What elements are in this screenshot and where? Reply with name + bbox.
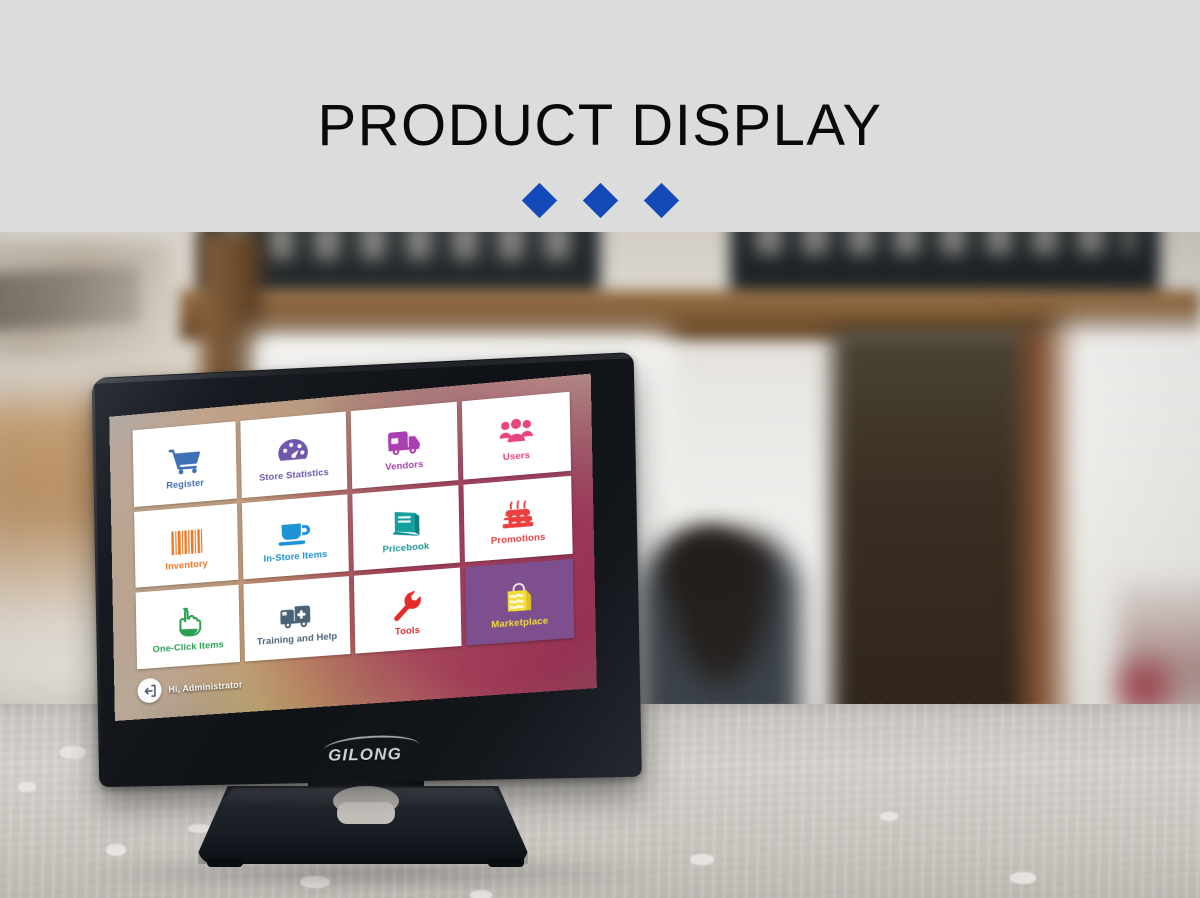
tile-label: Tools [394, 625, 421, 638]
diamond-icon [643, 182, 679, 219]
tile-in-store-items[interactable]: In-Store Items [242, 494, 349, 580]
status-greeting: Hi, Administrator [168, 679, 243, 695]
brand-logo: GILONG [323, 733, 420, 766]
pos-terminal: GILONG Register Store Statistics Vendors… [91, 352, 642, 790]
stand-cable-cover [337, 802, 395, 824]
brand-logo-bar: GILONG [98, 722, 642, 787]
tile-label: Users [502, 449, 531, 464]
header-band: PRODUCT DISPLAY [0, 0, 1200, 232]
book-icon [390, 503, 421, 539]
tile-marketplace[interactable]: Marketplace [464, 559, 575, 646]
tile-tools[interactable]: Tools [353, 567, 462, 654]
tile-label: One-Click Items [152, 639, 224, 656]
logo-swoosh-icon [323, 733, 420, 753]
tile-label: Register [166, 477, 205, 492]
counter-speck [470, 890, 492, 898]
stand-foot [207, 858, 243, 867]
diamond-divider [0, 182, 1200, 219]
tile-label: Pricebook [382, 541, 430, 556]
stand-foot [488, 858, 524, 867]
wrench-icon [392, 586, 423, 622]
tile-label: Training and Help [256, 631, 338, 648]
page-title: PRODUCT DISPLAY [317, 93, 883, 158]
tile-label: Promotions [490, 532, 546, 548]
delivery-truck-icon [387, 420, 422, 457]
bezel-edge-highlight [91, 385, 102, 748]
counter-speck [880, 812, 898, 821]
counter-speck [18, 782, 36, 792]
tile-label: Store Statistics [258, 466, 329, 484]
pos-screen[interactable]: Register Store Statistics Vendors Users … [109, 373, 597, 721]
tile-vendors[interactable]: Vendors [350, 401, 459, 489]
diamond-icon [582, 182, 618, 219]
tile-store-statistics[interactable]: Store Statistics [240, 411, 347, 498]
tile-pricebook[interactable]: Pricebook [351, 484, 460, 572]
shopping-cart-icon [168, 439, 202, 475]
tile-register[interactable]: Register [132, 421, 238, 507]
diamond-icon [521, 182, 557, 219]
tile-one-click-items[interactable]: One-Click Items [135, 584, 241, 670]
tile-label: Inventory [165, 558, 208, 574]
tile-label: Vendors [385, 458, 424, 473]
tile-inventory[interactable]: Inventory [134, 503, 239, 588]
tile-label: In-Store Items [263, 549, 328, 566]
tile-users[interactable]: Users [461, 391, 572, 480]
counter-speck [690, 854, 714, 865]
counter-speck [1010, 872, 1036, 884]
gauge-icon [277, 430, 309, 467]
barcode-icon [170, 521, 203, 557]
tile-promotions[interactable]: Promotions [463, 475, 573, 563]
users-group-icon [498, 410, 533, 447]
tile-label: Marketplace [491, 615, 549, 631]
logout-back-button[interactable] [137, 677, 162, 704]
pos-tile-grid: Register Store Statistics Vendors Users … [132, 391, 575, 670]
tile-training-and-help[interactable]: Training and Help [243, 576, 350, 662]
ambulance-icon [279, 594, 313, 630]
product-display-page: PRODUCT DISPLAY GILONG Register Store St… [0, 0, 1200, 898]
shopping-bag-icon [505, 577, 534, 613]
birthday-cake-icon [501, 494, 534, 531]
pointing-hand-icon [174, 603, 202, 639]
logout-back-icon [143, 683, 157, 698]
counter-speck [60, 746, 86, 759]
coffee-cup-icon [278, 512, 312, 548]
